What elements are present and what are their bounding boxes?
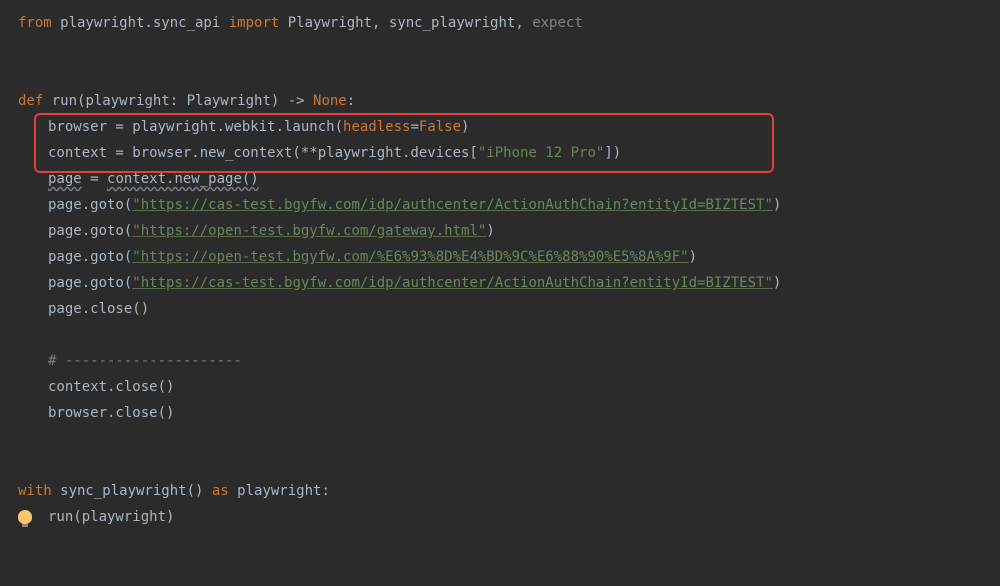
code-line[interactable]: page.goto("https://cas-test.bgyfw.com/id… <box>18 192 1000 218</box>
keyword-as: as <box>212 478 229 504</box>
url-string[interactable]: "https://open-test.bgyfw.com/gateway.htm… <box>132 218 486 244</box>
punct: = <box>410 114 418 140</box>
punct: ) <box>461 114 469 140</box>
code-text: playwright: <box>229 478 330 504</box>
code-line[interactable]: # --------------------- <box>18 348 1000 374</box>
url-string[interactable]: "https://cas-test.bgyfw.com/idp/authcent… <box>132 270 773 296</box>
function-sig: run(playwright: Playwright) -> <box>43 88 313 114</box>
comment-text: # --------------------- <box>48 348 242 374</box>
code-line[interactable]: def run(playwright: Playwright) -> None: <box>18 88 1000 114</box>
unused-import: expect <box>532 10 583 36</box>
none-literal: None <box>313 88 347 114</box>
punct: ]) <box>604 140 621 166</box>
code-line[interactable]: context = browser.new_context(**playwrig… <box>18 140 1000 166</box>
code-line[interactable]: context.close() <box>18 374 1000 400</box>
code-line[interactable]: page.close() <box>18 296 1000 322</box>
module-path: playwright.sync_api <box>52 10 229 36</box>
import-names: Playwright, sync_playwright, <box>279 10 532 36</box>
keyword-from: from <box>18 10 52 36</box>
code-text: page.goto( <box>48 244 132 270</box>
code-line-blank[interactable] <box>18 36 1000 62</box>
punct: ) <box>773 192 781 218</box>
code-line[interactable]: page.goto("https://open-test.bgyfw.com/%… <box>18 244 1000 270</box>
url-string[interactable]: "https://cas-test.bgyfw.com/idp/authcent… <box>132 192 773 218</box>
keyword-with: with <box>18 478 52 504</box>
code-text: page <box>48 166 82 192</box>
punct: ) <box>689 244 697 270</box>
string-literal: "iPhone 12 Pro" <box>478 140 604 166</box>
punct: : <box>347 88 355 114</box>
code-line[interactable]: with sync_playwright() as playwright: <box>18 478 1000 504</box>
code-line-blank[interactable] <box>18 452 1000 478</box>
code-text: page.close() <box>48 296 149 322</box>
punct: ) <box>486 218 494 244</box>
code-line[interactable]: from playwright.sync_api import Playwrig… <box>18 10 1000 36</box>
keyword-import: import <box>229 10 280 36</box>
code-text: context.close() <box>48 374 174 400</box>
keyword-def: def <box>18 88 43 114</box>
code-text: browser = playwright.webkit.launch( <box>48 114 343 140</box>
code-line-blank[interactable] <box>18 62 1000 88</box>
code-text: context.new_page() <box>107 166 259 192</box>
code-text: context = browser.new_context(**playwrig… <box>48 140 478 166</box>
code-line-blank[interactable] <box>18 426 1000 452</box>
code-line[interactable]: browser.close() <box>18 400 1000 426</box>
url-string[interactable]: "https://open-test.bgyfw.com/%E6%93%8D%E… <box>132 244 688 270</box>
code-text: page.goto( <box>48 270 132 296</box>
code-line-blank[interactable] <box>18 322 1000 348</box>
code-text: sync_playwright() <box>52 478 212 504</box>
code-text: = <box>82 166 107 192</box>
lightbulb-icon[interactable] <box>18 510 32 524</box>
kwarg-name: headless <box>343 114 410 140</box>
code-line[interactable]: page.goto("https://open-test.bgyfw.com/g… <box>18 218 1000 244</box>
code-line[interactable]: browser = playwright.webkit.launch(headl… <box>18 114 1000 140</box>
code-line[interactable]: page = context.new_page() <box>18 166 1000 192</box>
code-text: browser.close() <box>48 400 174 426</box>
code-text: page.goto( <box>48 192 132 218</box>
false-literal: False <box>419 114 461 140</box>
punct: ) <box>773 270 781 296</box>
code-editor[interactable]: from playwright.sync_api import Playwrig… <box>0 0 1000 540</box>
code-line[interactable]: run(playwright) <box>18 504 1000 530</box>
code-text: page.goto( <box>48 218 132 244</box>
code-line[interactable]: page.goto("https://cas-test.bgyfw.com/id… <box>18 270 1000 296</box>
code-text: run(playwright) <box>48 504 174 530</box>
